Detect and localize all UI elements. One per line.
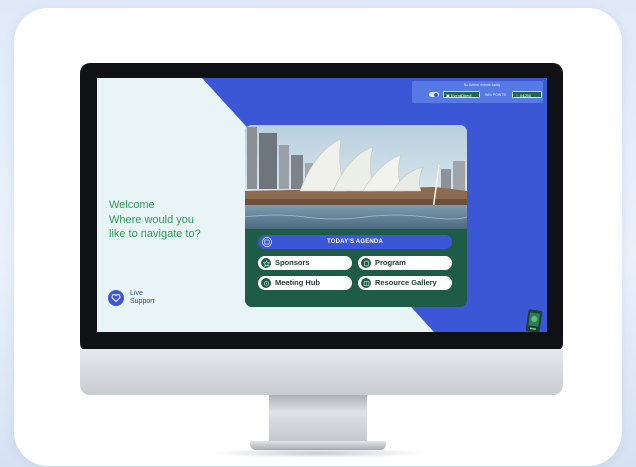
win-points-label: WIN POINTS <box>485 93 506 97</box>
sponsors-label: Sponsors <box>275 258 310 267</box>
stand-shadow <box>210 448 426 458</box>
monitor-chin <box>80 349 563 395</box>
status-bar: No further events today ▣ EventDirect WI… <box>412 81 543 103</box>
monitor-stand-neck <box>269 395 367 443</box>
resource-gallery-button[interactable]: Resource Gallery <box>358 276 452 290</box>
welcome-line-2: Where would you <box>109 213 194 226</box>
status-message: No further events today <box>463 83 501 87</box>
gallery-icon <box>361 278 371 288</box>
mobile-app-badge[interactable] <box>525 309 543 332</box>
welcome-line-1: Welcome <box>109 199 155 211</box>
meeting-hub-label: Meeting Hub <box>275 278 320 287</box>
todays-agenda-button[interactable]: TODAY'S AGENDA <box>258 235 452 249</box>
live-support-heart-icon <box>108 290 124 306</box>
monitor-screen: Welcome Where would you like to navigate… <box>97 78 547 332</box>
star-icon <box>261 258 271 268</box>
points-value: 04250 <box>519 93 531 98</box>
live-support-line-1: Live <box>130 290 143 297</box>
meeting-hub-button[interactable]: Meeting Hub <box>258 276 352 290</box>
points-chip[interactable]: ⌔ 04250 <box>512 91 542 98</box>
opera-house-photo <box>245 125 467 229</box>
toggle-icon[interactable] <box>429 92 439 97</box>
navigation-panel: TODAY'S AGENDA Sponsors Program Meeting … <box>245 125 467 307</box>
sponsors-button[interactable]: Sponsors <box>258 256 352 270</box>
meeting-icon <box>261 278 271 288</box>
program-button[interactable]: Program <box>358 256 452 270</box>
welcome-line-3: like to navigate to? <box>109 228 201 240</box>
live-support-button[interactable]: Live Support <box>108 290 160 306</box>
program-label: Program <box>375 258 406 267</box>
program-icon <box>361 258 371 268</box>
calendar-icon <box>262 237 272 247</box>
welcome-message: Welcome Where would you like to navigate… <box>109 198 229 242</box>
event-chip-label: EventDirect <box>450 93 472 98</box>
resource-gallery-label: Resource Gallery <box>375 278 437 287</box>
live-support-label: Live Support <box>130 290 160 306</box>
event-chip[interactable]: ▣ EventDirect <box>443 91 480 98</box>
todays-agenda-label: TODAY'S AGENDA <box>326 239 383 245</box>
live-support-line-2: Support <box>130 298 155 305</box>
